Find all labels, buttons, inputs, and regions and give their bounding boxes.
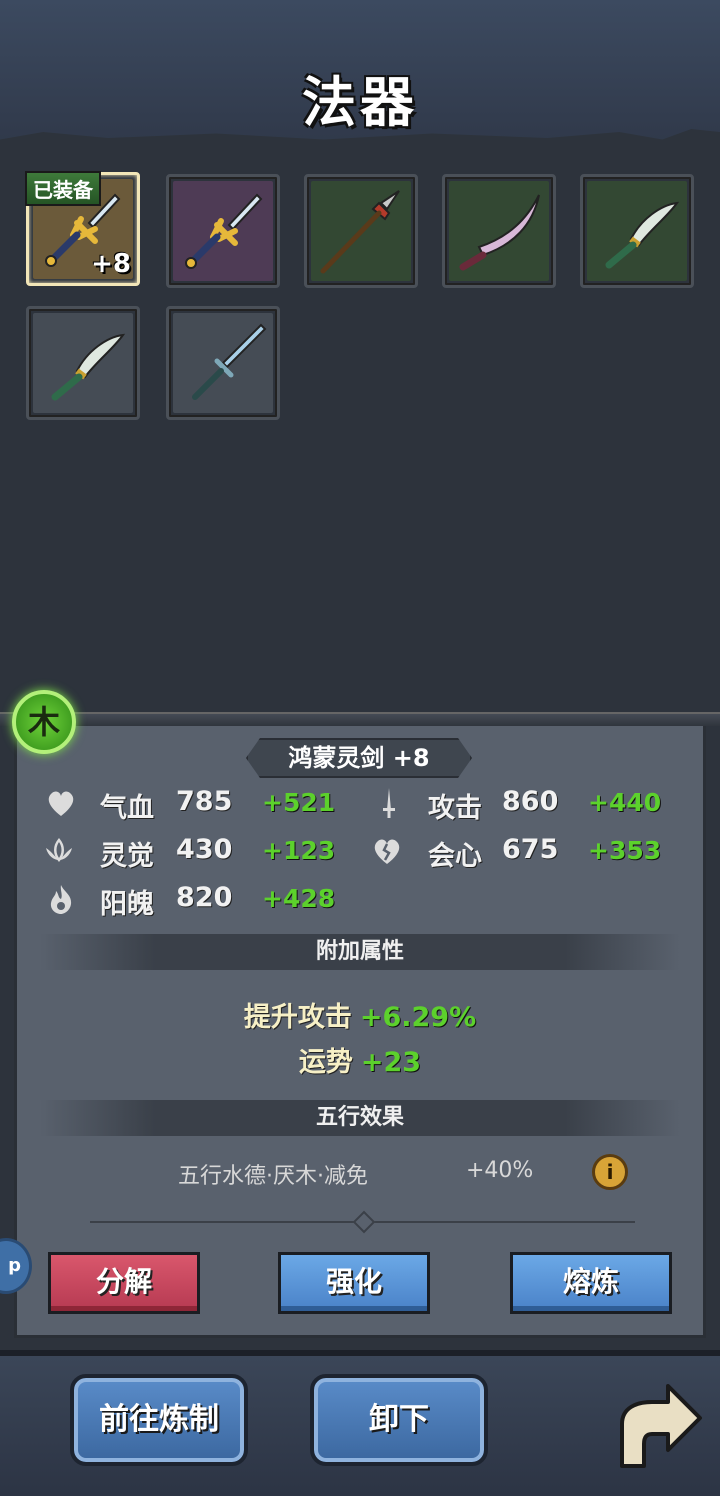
jade-dagger-icon — [51, 333, 126, 401]
jade-dagger-icon — [605, 201, 680, 269]
attribute-label: 运势 — [298, 1047, 353, 1078]
panel-top-bar — [0, 712, 720, 726]
attribute-value: +6.29% — [359, 1002, 477, 1033]
attribute-label: 提升攻击 — [243, 1002, 352, 1033]
curved-blade-icon — [459, 194, 540, 271]
info-icon[interactable]: i — [592, 1154, 628, 1190]
stat-value: 820 — [176, 882, 233, 913]
element-badge: 木 — [12, 690, 76, 754]
weapon-slot[interactable] — [580, 174, 694, 288]
equipped-tag: 已装备 — [25, 171, 101, 206]
enhance-level: +8 — [91, 249, 131, 279]
flame-icon — [50, 885, 72, 914]
stat-label: 攻击 — [428, 793, 482, 824]
weapon-slot[interactable] — [166, 174, 280, 288]
stat-bonus: +353 — [588, 836, 662, 865]
stat-value: 785 — [176, 786, 233, 817]
decompose-button[interactable]: 分解 — [48, 1252, 200, 1314]
broken-heart-icon — [374, 839, 400, 864]
unequip-button[interactable]: 卸下 — [310, 1374, 488, 1466]
stat-label: 会心 — [428, 841, 482, 872]
stat-bonus: +428 — [262, 884, 336, 913]
stat-label: 气血 — [100, 793, 154, 824]
weapon-slot[interactable] — [442, 174, 556, 288]
weapon-slot[interactable] — [166, 306, 280, 420]
stat-bonus: +440 — [588, 788, 662, 817]
page-title: 法器 — [302, 71, 418, 134]
stat-value: 675 — [502, 834, 559, 865]
stat-bonus: +521 — [262, 788, 336, 817]
back-arrow-icon[interactable] — [612, 1378, 704, 1470]
go-forge-button[interactable]: 前往炼制 — [70, 1374, 248, 1466]
stat-label: 灵觉 — [100, 841, 154, 872]
stat-value: 430 — [176, 834, 233, 865]
wuxing-effect-header: 五行效果 — [40, 1100, 680, 1136]
plain-sword-icon — [192, 323, 267, 400]
stat-bonus: +123 — [262, 836, 336, 865]
attribute-value: +23 — [360, 1047, 422, 1078]
wuxing-description: 五行水德·厌木·减免 — [178, 1164, 368, 1189]
weapon-slot-equipped[interactable]: 已装备 +8 — [25, 171, 140, 286]
weapon-slot[interactable] — [304, 174, 418, 288]
extra-attributes-header: 附加属性 — [40, 934, 680, 970]
sword-icon — [383, 788, 395, 818]
weapon-slot[interactable] — [26, 306, 140, 420]
item-name: 鸿蒙灵剑 +8 — [246, 738, 472, 778]
heart-icon — [48, 791, 74, 816]
golden-sword-icon — [185, 193, 263, 269]
extra-attribute-row: 运势 +23 — [0, 1040, 720, 1079]
enhance-button[interactable]: 强化 — [278, 1252, 430, 1314]
lotus-icon — [46, 838, 72, 862]
smelt-button[interactable]: 熔炼 — [510, 1252, 672, 1314]
stat-value: 860 — [502, 786, 559, 817]
spear-icon — [320, 190, 400, 274]
stat-label: 阳魄 — [100, 889, 154, 920]
extra-attribute-row: 提升攻击 +6.29% — [0, 995, 720, 1034]
wuxing-value: +40% — [466, 1158, 534, 1183]
